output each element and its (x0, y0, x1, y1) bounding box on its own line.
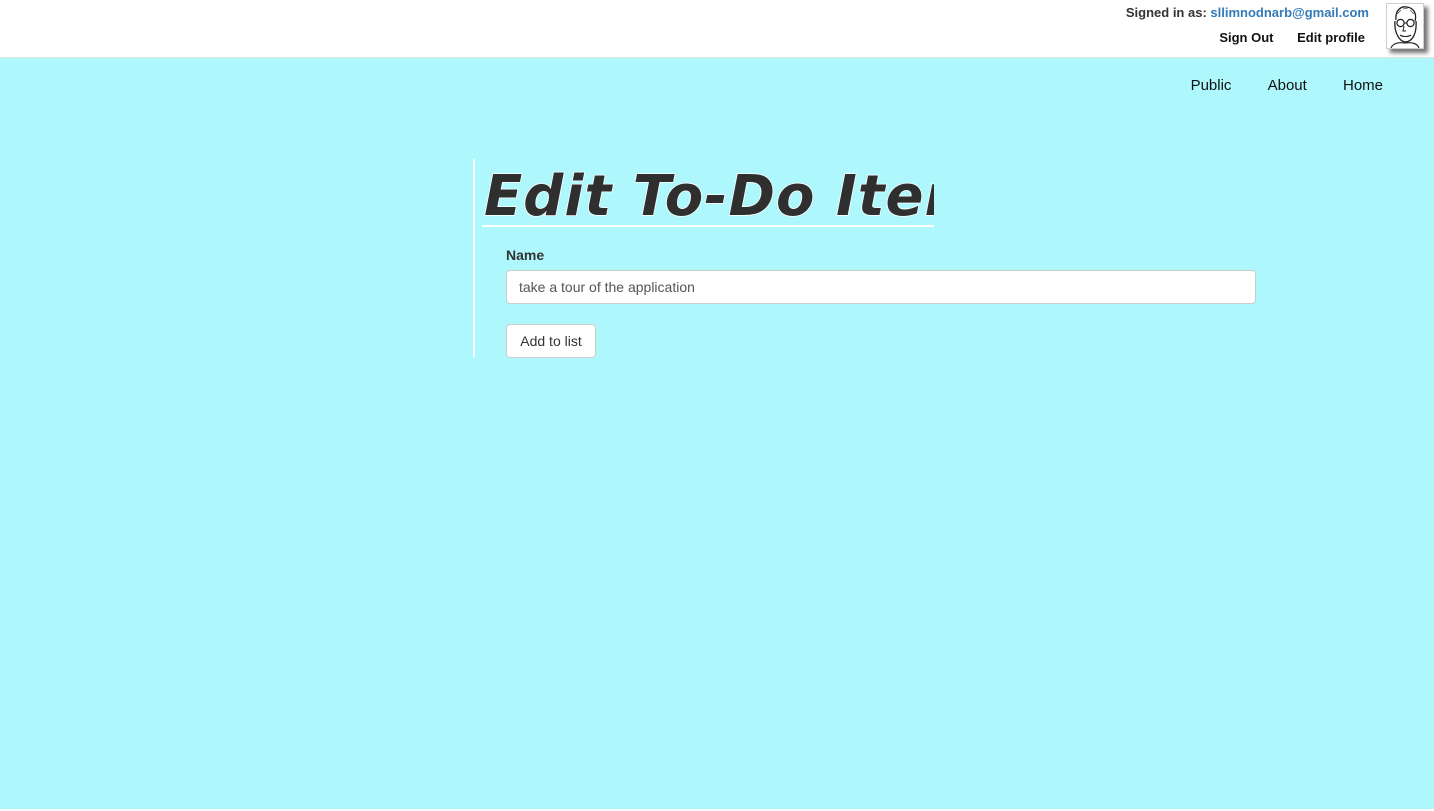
main-content: Public About Home Edit To-Do Item Name A… (0, 58, 1434, 809)
page-title-graphic: Edit To-Do Item (483, 163, 934, 225)
main-nav: Public About Home (1159, 77, 1383, 94)
edit-item-panel: Edit To-Do Item Name Add to list (473, 159, 1265, 358)
account-links: Sign Out Edit profile (1199, 30, 1365, 45)
name-field-label: Name (506, 247, 545, 263)
signed-in-status: Signed in as: sllimnodnarb@gmail.com (1126, 5, 1369, 20)
page-title-text: Edit To-Do Item (484, 164, 934, 225)
user-portrait-icon (1390, 6, 1420, 49)
name-input[interactable] (506, 270, 1256, 304)
signed-in-label: Signed in as: (1125, 5, 1207, 20)
avatar[interactable] (1386, 3, 1424, 49)
sign-out-link[interactable]: Sign Out (1219, 30, 1273, 45)
nav-about-link[interactable]: About (1268, 77, 1307, 94)
page-title: Edit To-Do Item (482, 155, 934, 227)
add-to-list-button[interactable]: Add to list (506, 324, 596, 358)
nav-public-link[interactable]: Public (1191, 77, 1232, 94)
user-email-link[interactable]: sllimnodnarb@gmail.com (1210, 5, 1369, 20)
nav-home-link[interactable]: Home (1343, 77, 1383, 94)
top-header: Signed in as: sllimnodnarb@gmail.com Sig… (0, 0, 1434, 58)
edit-profile-link[interactable]: Edit profile (1297, 30, 1365, 45)
